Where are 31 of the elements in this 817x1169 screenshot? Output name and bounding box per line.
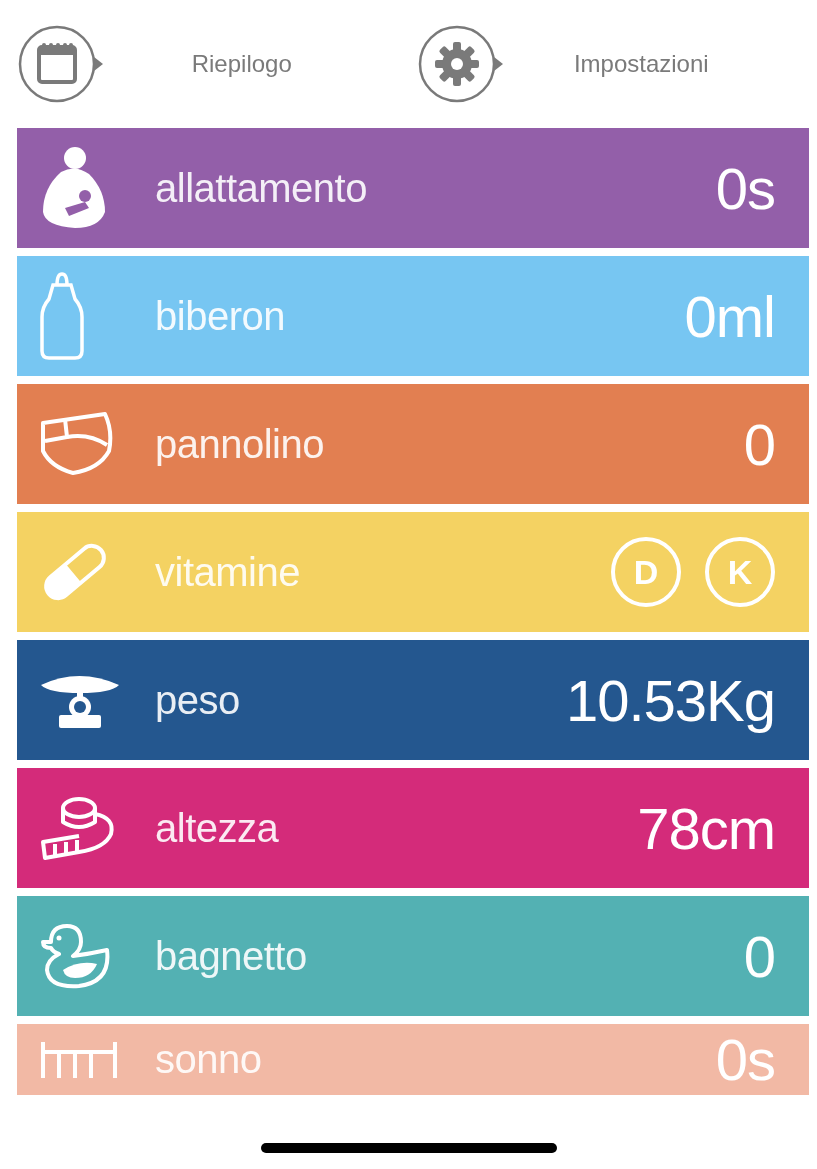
baby-bottle-icon [39, 271, 85, 361]
vitamin-badge[interactable]: K [705, 537, 775, 607]
row-value: 0s [715, 1026, 775, 1093]
row-label: peso [155, 677, 241, 723]
tracker-row[interactable]: bagnetto 0 [17, 896, 809, 1016]
crib-icon [39, 1041, 119, 1078]
row-value: 0 [743, 922, 775, 990]
row-value: 10.53Kg [565, 666, 775, 734]
row-label: vitamine [155, 549, 301, 595]
tracker-row[interactable]: vitamine D K [17, 512, 809, 632]
row-label: sonno [155, 1037, 263, 1082]
tracker-row[interactable]: altezza 78cm [17, 768, 809, 888]
row-label: pannolino [155, 421, 325, 467]
rubber-duck-icon [39, 922, 111, 990]
row-value: 0ml [684, 282, 775, 350]
tracker-row[interactable]: sonno 0s [17, 1024, 809, 1095]
tracker-row[interactable]: pannolino 0 [17, 384, 809, 504]
row-label: bagnetto [155, 933, 308, 979]
nav-button[interactable]: Impostazioni [417, 25, 817, 103]
row-label: biberon [155, 293, 286, 339]
diaper-icon [39, 411, 115, 477]
row-value: 0s [715, 154, 775, 222]
vitamin-badge[interactable]: D [611, 537, 681, 607]
row-label: altezza [155, 805, 280, 851]
nav-button[interactable]: Riepilogo [18, 25, 418, 103]
row-label: allattamento [155, 165, 368, 211]
tracker-row[interactable]: peso 10.53Kg [17, 640, 809, 760]
row-value: 78cm [637, 794, 775, 862]
tracker-row[interactable]: biberon 0ml [17, 256, 809, 376]
row-value: 0 [743, 410, 775, 478]
tracker-row[interactable]: allattamento 0s [17, 128, 809, 248]
